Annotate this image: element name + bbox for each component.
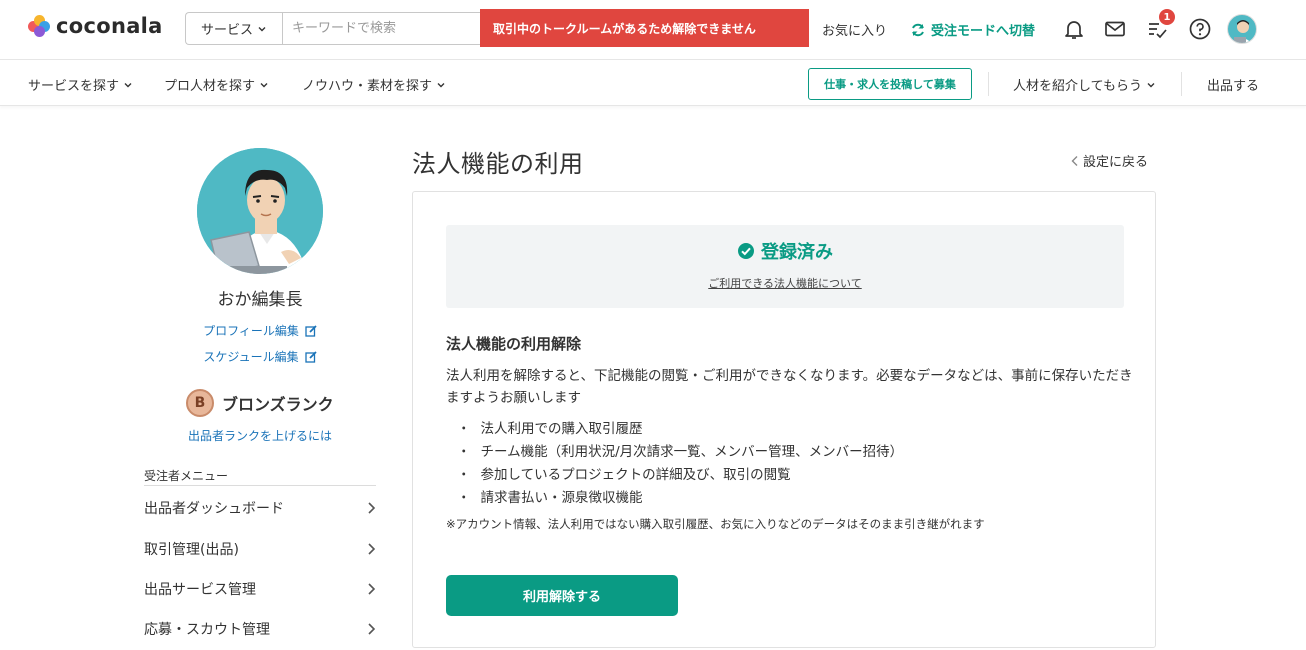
- bronze-medal-icon: B: [186, 389, 214, 417]
- seller-menu-title: 受注者メニュー: [144, 469, 229, 483]
- list-item: ・法人利用での購入取引履歴: [457, 418, 903, 441]
- menu-item-dashboard[interactable]: 出品者ダッシュボード: [144, 497, 376, 519]
- back-to-settings-label: 設定に戻る: [1083, 155, 1149, 170]
- refresh-icon: [912, 23, 924, 36]
- edit-icon: [304, 350, 317, 363]
- edit-profile-link[interactable]: プロフィール編集: [160, 322, 360, 339]
- menu-item-transactions[interactable]: 取引管理(出品): [144, 538, 376, 560]
- seller-rank: B ブロンズランク: [186, 389, 334, 417]
- registration-status-label: 登録済み: [761, 242, 833, 263]
- corporate-features-info-link[interactable]: ご利用できる法人機能について: [446, 275, 1124, 291]
- chevron-down-icon: [260, 82, 268, 87]
- rank-up-link[interactable]: 出品者ランクを上げるには: [160, 427, 360, 444]
- check-circle-icon: [738, 243, 754, 259]
- chevron-right-icon: [368, 502, 376, 514]
- cancel-corporate-button[interactable]: 利用解除する: [446, 575, 678, 616]
- feature-text: 参加しているプロジェクトの詳細及び、取引の閲覧: [480, 467, 791, 483]
- search-category-label: サービス: [200, 23, 253, 38]
- cancel-section-title: 法人機能の利用解除: [446, 335, 582, 353]
- menu-item-applications[interactable]: 応募・スカウト管理: [144, 618, 376, 640]
- nav-find-services[interactable]: サービスを探す: [28, 75, 133, 94]
- search-category-select[interactable]: サービス: [186, 13, 283, 44]
- search-bar: サービス: [185, 12, 481, 45]
- edit-schedule-link[interactable]: スケジュール編集: [160, 348, 360, 365]
- logo-text: coconala: [56, 14, 163, 38]
- feature-text: 法人利用での購入取引履歴: [480, 421, 643, 437]
- coconala-logo[interactable]: coconala: [28, 14, 163, 38]
- switch-mode-label: 受注モードへ切替: [931, 24, 1036, 39]
- chevron-right-icon: [368, 623, 376, 635]
- sub-navigation: サービスを探す プロ人材を探す ノウハウ・素材を探す 仕事・求人を投稿して募集 …: [0, 60, 1306, 106]
- help-icon[interactable]: [1188, 17, 1212, 41]
- nav-find-pros-label: プロ人材を探す: [164, 79, 256, 94]
- top-header: coconala サービス 取引中のトークルームがあるため解除できません お気に…: [0, 0, 1306, 60]
- chevron-left-icon: [1071, 155, 1078, 166]
- logo-mark-icon: [28, 15, 50, 37]
- feature-list: ・法人利用での購入取引履歴 ・チーム機能（利用状況/月次請求一覧、メンバー管理、…: [457, 418, 903, 510]
- menu-item-label: 出品者ダッシュボード: [144, 501, 284, 517]
- data-retention-note: ※アカウント情報、法人利用ではない購入取引履歴、お気に入りなどのデータはそのまま…: [446, 517, 985, 531]
- chevron-down-icon: [1147, 82, 1155, 87]
- nav-find-knowhow[interactable]: ノウハウ・素材を探す: [302, 75, 446, 94]
- nav-find-pros[interactable]: プロ人材を探す: [164, 75, 269, 94]
- chevron-down-icon: [437, 82, 445, 87]
- chevron-down-icon: [258, 26, 266, 31]
- user-avatar[interactable]: [1227, 14, 1257, 44]
- registration-status-box: 登録済み ご利用できる法人機能について: [446, 225, 1124, 308]
- search-input[interactable]: [283, 13, 481, 44]
- menu-divider: [144, 485, 376, 486]
- rank-label: ブロンズランク: [222, 395, 334, 414]
- rank-letter: B: [194, 395, 206, 411]
- list-item: ・参加しているプロジェクトの詳細及び、取引の閲覧: [457, 464, 903, 487]
- registration-status: 登録済み: [446, 238, 1124, 264]
- nav-find-knowhow-label: ノウハウ・素材を探す: [302, 79, 433, 94]
- profile-avatar-image: [197, 148, 323, 274]
- back-to-settings-link[interactable]: 設定に戻る: [1070, 151, 1148, 170]
- mail-icon[interactable]: [1103, 17, 1127, 41]
- chevron-right-icon: [368, 583, 376, 595]
- edit-icon: [305, 324, 317, 337]
- list-item: ・チーム機能（利用状況/月次請求一覧、メンバー管理、メンバー招待）: [457, 441, 903, 464]
- feature-text: チーム機能（利用状況/月次請求一覧、メンバー管理、メンバー招待）: [480, 444, 904, 460]
- favorites-link[interactable]: お気に入り: [822, 20, 887, 39]
- post-job-button[interactable]: 仕事・求人を投稿して募集: [808, 68, 972, 100]
- nav-sell-link[interactable]: 出品する: [1207, 75, 1259, 94]
- alert-banner: 取引中のトークルームがあるため解除できません: [480, 9, 809, 47]
- nav-referral[interactable]: 人材を紹介してもらう: [1013, 75, 1156, 94]
- nav-referral-label: 人材を紹介してもらう: [1013, 79, 1142, 94]
- chevron-right-icon: [368, 543, 376, 555]
- menu-item-label: 出品サービス管理: [144, 582, 256, 598]
- bell-icon[interactable]: [1062, 17, 1086, 41]
- profile-avatar[interactable]: [197, 148, 323, 274]
- chevron-down-icon: [124, 82, 132, 87]
- edit-profile-label: プロフィール編集: [203, 324, 299, 338]
- list-item: ・請求書払い・源泉徴収機能: [457, 487, 903, 510]
- page-title: 法人機能の利用: [412, 150, 584, 178]
- menu-item-services[interactable]: 出品サービス管理: [144, 578, 376, 600]
- nav-divider: [988, 72, 989, 96]
- feature-text: 請求書払い・源泉徴収機能: [480, 490, 643, 506]
- corporate-feature-card: 登録済み ご利用できる法人機能について 法人機能の利用解除 法人利用を解除すると…: [412, 191, 1156, 648]
- menu-item-label: 取引管理(出品): [144, 542, 239, 558]
- menu-item-label: 応募・スカウト管理: [144, 622, 270, 638]
- profile-name: おか編集長: [217, 290, 303, 310]
- nav-find-services-label: サービスを探す: [28, 79, 120, 94]
- nav-divider: [1181, 72, 1182, 96]
- user-avatar-image: [1234, 20, 1252, 43]
- todo-count-badge: 1: [1159, 9, 1175, 25]
- edit-schedule-label: スケジュール編集: [203, 350, 299, 364]
- switch-mode-button[interactable]: 受注モードへ切替: [910, 20, 1035, 39]
- cancel-description: 法人利用を解除すると、下記機能の閲覧・ご利用ができなくなります。必要なデータなど…: [446, 368, 1133, 406]
